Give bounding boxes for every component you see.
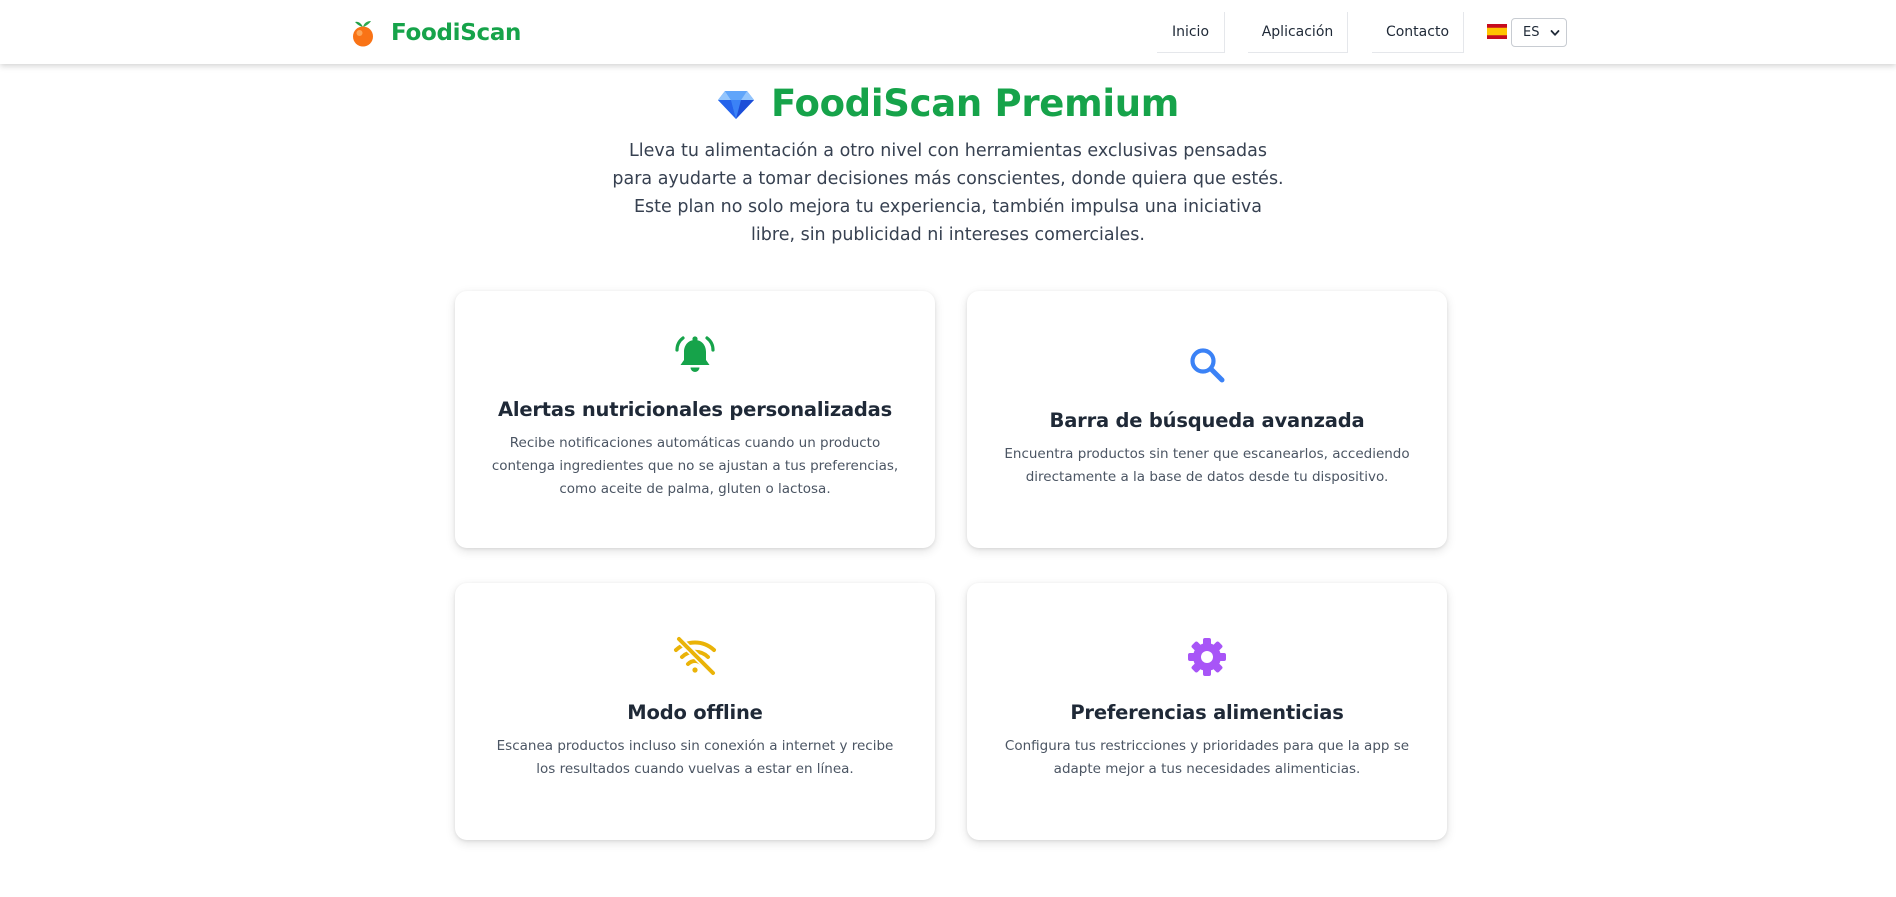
spain-flag-icon: [1487, 24, 1507, 39]
chevron-down-icon: [1550, 30, 1560, 36]
hero-heading: FoodiScan Premium: [0, 80, 1896, 126]
nav-link-contacto[interactable]: Contacto: [1372, 12, 1464, 53]
orange-logo-icon: [353, 21, 373, 47]
feature-title: Modo offline: [627, 701, 763, 724]
feature-title: Alertas nutricionales personalizadas: [497, 398, 893, 421]
wifi-off-icon: [674, 636, 717, 676]
language-select-value: ES: [1523, 25, 1540, 40]
language-select[interactable]: ES: [1511, 18, 1567, 47]
feature-description: Encuentra productos sin tener que escane…: [1004, 446, 1410, 485]
search-icon: [1190, 348, 1225, 383]
feature-card-offline: Modo offline Escanea productos incluso s…: [455, 583, 935, 840]
page-title: FoodiScan Premium: [770, 81, 1180, 125]
feature-description: Recibe notificaciones automáticas cuando…: [491, 435, 899, 497]
bell-ringing-icon: [675, 336, 715, 372]
brand-name: FoodiScan: [391, 20, 522, 46]
feature-card-alerts: Alertas nutricionales personalizadas Rec…: [455, 291, 935, 548]
feature-card-search: Barra de búsqueda avanzada Encuentra pro…: [967, 291, 1447, 548]
feature-title: Preferencias alimenticias: [1070, 701, 1344, 724]
feature-description: Escanea productos incluso sin conexión a…: [496, 738, 894, 777]
feature-description: Configura tus restricciones y prioridade…: [1004, 738, 1410, 777]
feature-title: Barra de búsqueda avanzada: [1049, 409, 1365, 432]
feature-card-preferences: Preferencias alimenticias Configura tus …: [967, 583, 1447, 840]
nav-link-aplicacion[interactable]: Aplicación: [1248, 12, 1348, 53]
top-navbar: FoodiScan Inicio Aplicación Contacto ES: [0, 0, 1896, 64]
brand-link[interactable]: FoodiScan: [349, 17, 521, 49]
gear-icon: [1188, 638, 1226, 676]
nav-link-inicio[interactable]: Inicio: [1157, 12, 1225, 53]
hero-description: Lleva tu alimentación a otro nivel con h…: [612, 141, 1284, 245]
diamond-icon: [717, 91, 754, 119]
